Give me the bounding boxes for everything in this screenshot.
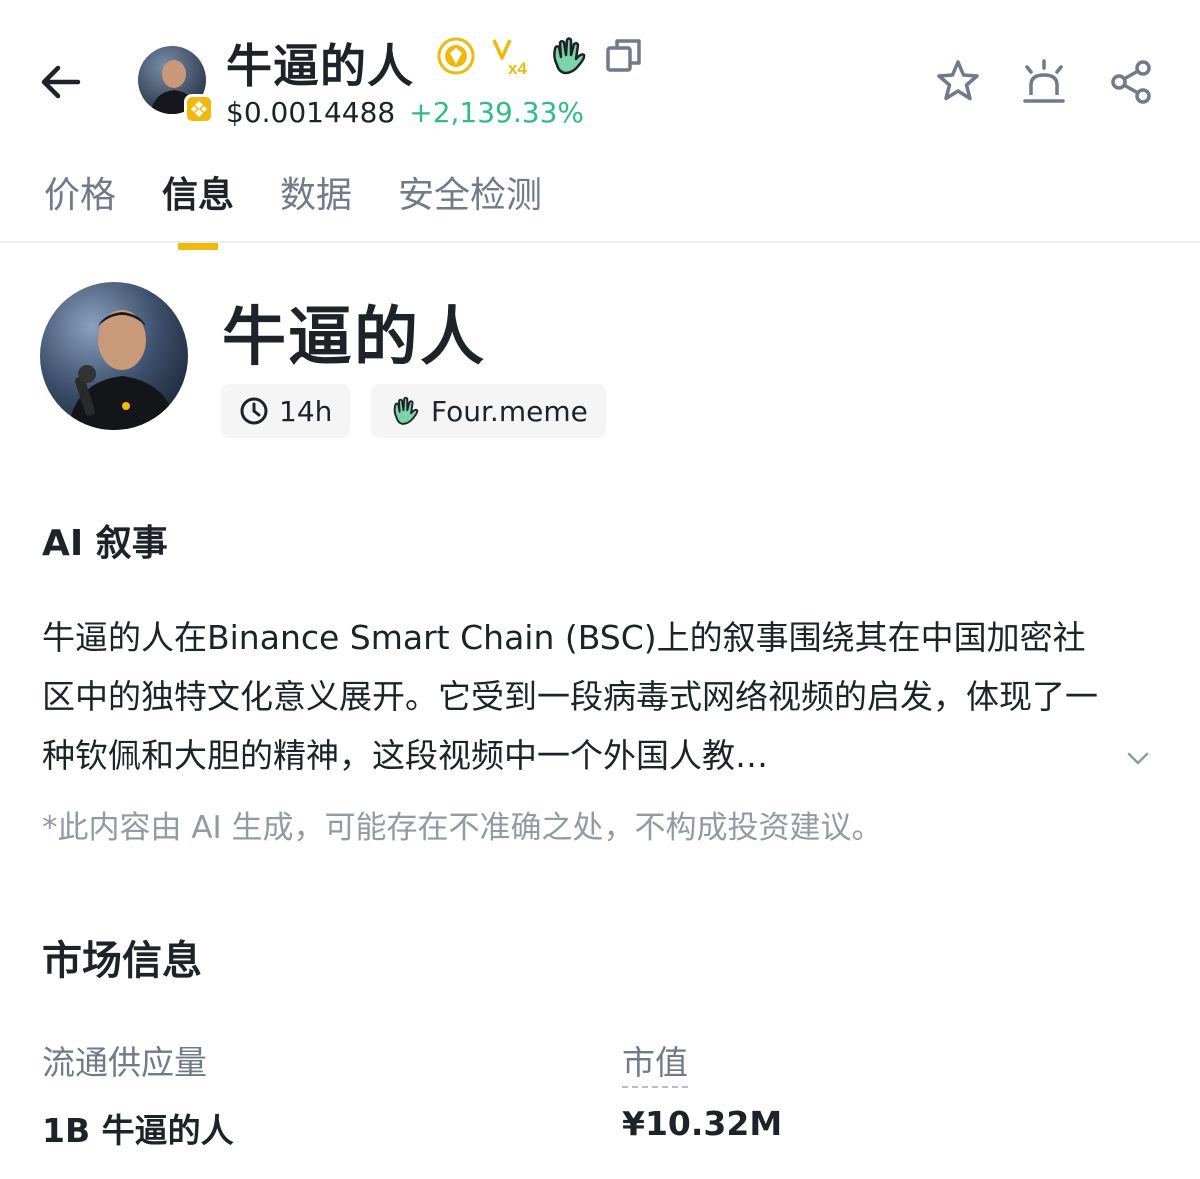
star-icon bbox=[937, 60, 979, 101]
platform-chip[interactable]: Four.meme bbox=[371, 384, 606, 438]
market-info-title: 市场信息 bbox=[42, 938, 202, 984]
circulating-supply-value: 1B 牛逼的人 bbox=[42, 1111, 234, 1150]
share-button[interactable] bbox=[1106, 56, 1158, 108]
market-cap-value: ¥10.32M bbox=[622, 1104, 783, 1143]
tab-info[interactable]: 信息 bbox=[162, 166, 234, 250]
ai-narrative-title: AI 叙事 bbox=[42, 523, 168, 564]
market-cap-label-text: 市值 bbox=[622, 1043, 688, 1088]
gold-medal-icon[interactable] bbox=[434, 34, 478, 78]
copy-icon[interactable] bbox=[602, 34, 646, 78]
x4-badge-text: x4 bbox=[508, 59, 527, 78]
platform-name: Four.meme bbox=[431, 394, 588, 428]
tab-bar: 价格 信息 数据 安全检测 bbox=[44, 166, 542, 250]
price-alert-button[interactable] bbox=[1018, 56, 1070, 108]
ai-narrative-text: 牛逼的人在Binance Smart Chain (BSC)上的叙事围绕其在中国… bbox=[42, 618, 1098, 775]
expand-narrative-button[interactable] bbox=[1122, 742, 1154, 774]
ai-narrative-body: 牛逼的人在Binance Smart Chain (BSC)上的叙事围绕其在中国… bbox=[42, 608, 1112, 785]
market-cap-label[interactable]: 市值 bbox=[622, 1036, 688, 1088]
back-arrow-icon bbox=[41, 65, 81, 99]
tab-data[interactable]: 数据 bbox=[280, 166, 352, 218]
four-meme-hand-icon[interactable] bbox=[546, 34, 590, 78]
circulating-supply-label: 流通供应量 bbox=[42, 1043, 207, 1082]
token-name: 牛逼的人 bbox=[222, 301, 486, 375]
price-change: +2,139.33% bbox=[409, 96, 584, 129]
alert-siren-icon bbox=[1023, 59, 1065, 103]
header-badges: x4 bbox=[434, 34, 646, 78]
token-price: $0.0014488 bbox=[226, 96, 396, 129]
favorite-button[interactable] bbox=[932, 56, 984, 108]
chevron-down-icon bbox=[1127, 752, 1149, 765]
share-icon bbox=[1111, 60, 1151, 104]
price-row: $0.0014488 +2,139.33% bbox=[226, 96, 584, 129]
four-meme-hand-icon bbox=[393, 396, 419, 425]
tabs-divider bbox=[0, 241, 1200, 243]
token-avatar bbox=[40, 282, 188, 430]
back-button[interactable] bbox=[36, 58, 84, 106]
token-age-chip: 14h bbox=[221, 384, 351, 438]
clock-icon bbox=[240, 397, 268, 425]
verified-x4-icon[interactable]: x4 bbox=[490, 34, 534, 78]
header-token-name: 牛逼的人 bbox=[226, 39, 414, 93]
token-age: 14h bbox=[279, 394, 333, 428]
tab-price[interactable]: 价格 bbox=[44, 166, 116, 218]
tab-security-check[interactable]: 安全检测 bbox=[398, 166, 542, 218]
bnb-chain-badge bbox=[184, 94, 214, 124]
ai-disclaimer: *此内容由 AI 生成，可能存在不准确之处，不构成投资建议。 bbox=[42, 810, 883, 846]
